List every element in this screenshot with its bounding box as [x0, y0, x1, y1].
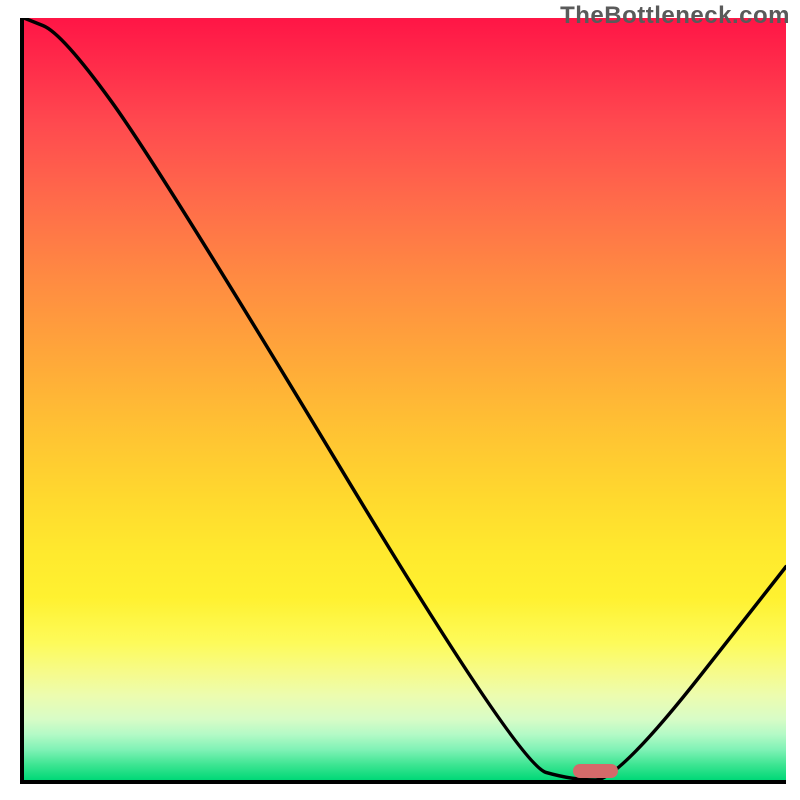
bottleneck-chart: TheBottleneck.com: [0, 0, 800, 800]
bottleneck-curve: [24, 18, 786, 780]
optimal-marker: [573, 764, 619, 778]
plot-area: [20, 18, 786, 784]
curve-path: [24, 18, 786, 780]
watermark-text: TheBottleneck.com: [560, 2, 790, 30]
